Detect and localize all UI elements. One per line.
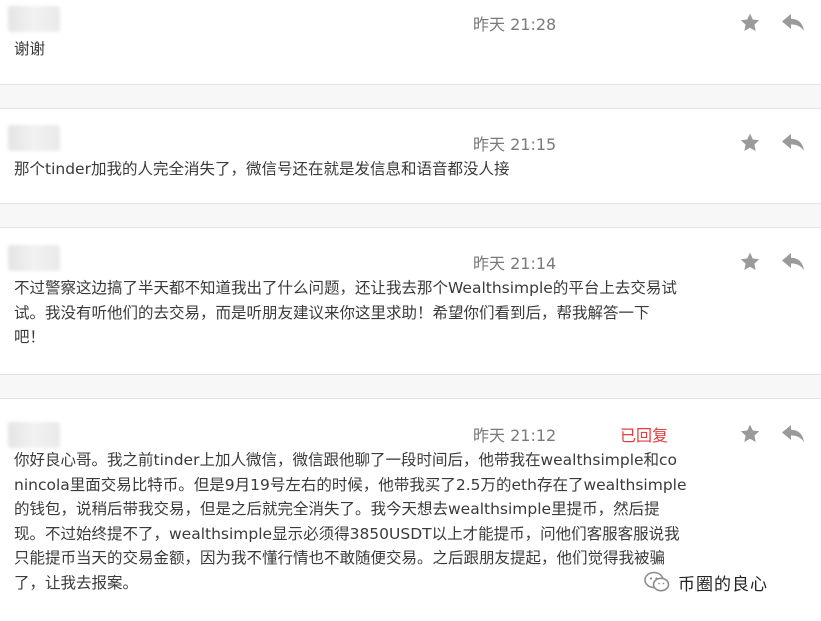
avatar[interactable] bbox=[8, 6, 60, 32]
comment-card: 昨天 21:28 谢谢 bbox=[0, 0, 821, 85]
comment-time: 昨天 21:28 bbox=[473, 15, 557, 34]
reply-arrow-icon[interactable] bbox=[781, 424, 805, 444]
avatar[interactable] bbox=[8, 422, 60, 448]
comment-time: 昨天 21:15 bbox=[473, 135, 557, 154]
star-icon[interactable] bbox=[739, 12, 761, 34]
comment-text: 你好良心哥。我之前tinder上加人微信，微信跟他聊了一段时间后，他带我在wea… bbox=[14, 451, 687, 592]
replied-status: 已回复 bbox=[620, 426, 669, 445]
comment-time: 昨天 21:14 bbox=[473, 254, 557, 273]
comment-text: 谢谢 bbox=[14, 40, 46, 58]
comment-card: 昨天 21:15 那个tinder加我的人完全消失了，微信号还在就是发信息和语音… bbox=[0, 108, 821, 204]
reply-arrow-icon[interactable] bbox=[781, 133, 805, 153]
comment-text: 那个tinder加我的人完全消失了，微信号还在就是发信息和语音都没人接 bbox=[14, 160, 510, 178]
watermark-text: 币圈的良心 bbox=[678, 574, 768, 595]
comment-card: 昨天 21:14 不过警察这边搞了半天都不知道我出了什么问题，还让我去那个Wea… bbox=[0, 227, 821, 375]
comment-text: 不过警察这边搞了半天都不知道我出了什么问题，还让我去那个Wealthsimple… bbox=[14, 279, 677, 346]
watermark: 币圈的良心 bbox=[644, 568, 814, 596]
divider bbox=[0, 375, 821, 398]
reply-arrow-icon[interactable] bbox=[781, 13, 805, 33]
comment-time: 昨天 21:12 bbox=[473, 426, 557, 445]
divider bbox=[0, 85, 821, 108]
wechat-logo-icon bbox=[644, 571, 670, 592]
avatar[interactable] bbox=[8, 245, 60, 271]
divider bbox=[0, 204, 821, 227]
star-icon[interactable] bbox=[739, 423, 761, 445]
reply-arrow-icon[interactable] bbox=[781, 252, 805, 272]
avatar[interactable] bbox=[8, 125, 60, 151]
star-icon[interactable] bbox=[739, 251, 761, 273]
star-icon[interactable] bbox=[739, 132, 761, 154]
